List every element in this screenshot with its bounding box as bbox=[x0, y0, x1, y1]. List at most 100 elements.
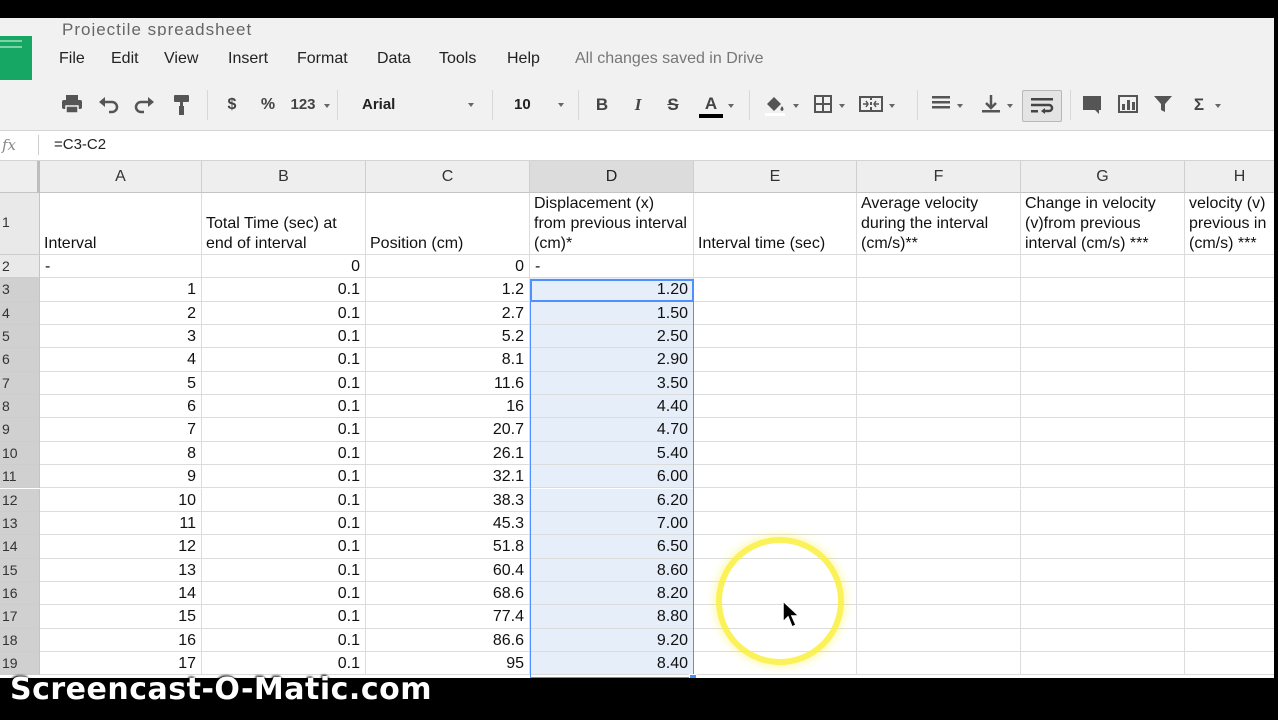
cell-g3[interactable] bbox=[1021, 278, 1185, 302]
cell-f15[interactable] bbox=[857, 558, 1021, 582]
cell-f6[interactable] bbox=[857, 348, 1021, 372]
cell-h2[interactable] bbox=[1185, 255, 1278, 279]
cell-h18[interactable] bbox=[1185, 629, 1278, 652]
column-header-e[interactable]: E bbox=[694, 161, 857, 193]
cell-a11[interactable]: 9 bbox=[40, 465, 202, 489]
row-header-5[interactable]: 5 bbox=[0, 325, 40, 349]
cell-e5[interactable] bbox=[694, 325, 857, 349]
header-cell-c1[interactable]: Position (cm) bbox=[366, 193, 530, 255]
cell-b15[interactable]: 0.1 bbox=[202, 558, 366, 582]
cell-a7[interactable]: 5 bbox=[40, 371, 202, 396]
cell-c6[interactable]: 8.1 bbox=[366, 348, 530, 372]
cell-g17[interactable] bbox=[1021, 605, 1185, 629]
merge-cells-icon[interactable] bbox=[858, 94, 895, 116]
cell-b7[interactable]: 0.1 bbox=[202, 371, 366, 396]
cell-f11[interactable] bbox=[857, 465, 1021, 489]
cell-g2[interactable] bbox=[1021, 255, 1185, 279]
cell-h14[interactable] bbox=[1185, 535, 1278, 559]
cell-d18[interactable]: 9.20 bbox=[530, 628, 694, 652]
cell-h4[interactable] bbox=[1185, 302, 1278, 326]
cell-d10[interactable]: 5.40 bbox=[530, 441, 694, 466]
column-header-f[interactable]: F bbox=[857, 161, 1021, 193]
menu-data[interactable]: Data bbox=[377, 50, 411, 68]
cell-a3[interactable]: 1 bbox=[40, 278, 202, 302]
cell-h3[interactable] bbox=[1185, 278, 1278, 302]
cell-h13[interactable] bbox=[1185, 512, 1278, 536]
sheets-logo[interactable] bbox=[0, 36, 32, 80]
cell-c15[interactable]: 60.4 bbox=[366, 558, 530, 582]
cell-g18[interactable] bbox=[1021, 628, 1185, 652]
cell-f18[interactable] bbox=[857, 628, 1021, 652]
cell-b8[interactable]: 0.1 bbox=[202, 395, 366, 419]
cell-c7[interactable]: 11.6 bbox=[366, 371, 530, 396]
cell-a9[interactable]: 7 bbox=[40, 418, 202, 442]
menu-file[interactable]: File bbox=[59, 50, 85, 68]
cell-d13[interactable]: 7.00 bbox=[530, 511, 694, 536]
vertical-align-icon[interactable] bbox=[980, 94, 1013, 116]
header-cell-b1[interactable]: Total Time (sec) at end of interval bbox=[202, 193, 366, 255]
cell-h5[interactable] bbox=[1185, 325, 1278, 349]
cell-a2[interactable]: - bbox=[40, 255, 202, 279]
row-header-9[interactable]: 9 bbox=[0, 418, 40, 442]
column-header-h[interactable]: H bbox=[1185, 161, 1278, 193]
cell-c10[interactable]: 26.1 bbox=[366, 441, 530, 466]
cell-g4[interactable] bbox=[1021, 301, 1185, 326]
row-header-10[interactable]: 10 bbox=[0, 441, 40, 466]
print-icon[interactable] bbox=[60, 94, 84, 116]
cell-a13[interactable]: 11 bbox=[40, 511, 202, 536]
cell-c12[interactable]: 38.3 bbox=[366, 488, 530, 512]
cell-g15[interactable] bbox=[1021, 558, 1185, 582]
cell-c2[interactable]: 0 bbox=[366, 255, 530, 279]
cell-h17[interactable] bbox=[1185, 605, 1278, 629]
cell-h19[interactable] bbox=[1185, 652, 1278, 676]
cell-f4[interactable] bbox=[857, 301, 1021, 326]
cell-g13[interactable] bbox=[1021, 511, 1185, 536]
cell-b17[interactable]: 0.1 bbox=[202, 605, 366, 629]
cell-c13[interactable]: 45.3 bbox=[366, 511, 530, 536]
cell-f12[interactable] bbox=[857, 488, 1021, 512]
column-header-d[interactable]: D bbox=[530, 161, 694, 193]
cell-e3[interactable] bbox=[694, 278, 857, 302]
cell-d3[interactable]: 1.20 bbox=[530, 278, 694, 302]
cell-h16[interactable] bbox=[1185, 582, 1278, 606]
cell-a6[interactable]: 4 bbox=[40, 348, 202, 372]
cell-f7[interactable] bbox=[857, 371, 1021, 396]
filter-icon[interactable] bbox=[1152, 94, 1174, 116]
cell-f10[interactable] bbox=[857, 441, 1021, 466]
select-all-corner[interactable] bbox=[0, 161, 40, 193]
cell-c8[interactable]: 16 bbox=[366, 395, 530, 419]
column-header-c[interactable]: C bbox=[366, 161, 530, 193]
formula-input[interactable]: =C3-C2 bbox=[54, 136, 106, 153]
column-header-a[interactable]: A bbox=[40, 161, 202, 193]
cell-g8[interactable] bbox=[1021, 395, 1185, 419]
cell-e10[interactable] bbox=[694, 441, 857, 466]
cell-c9[interactable]: 20.7 bbox=[366, 418, 530, 442]
cell-b10[interactable]: 0.1 bbox=[202, 441, 366, 466]
menu-view[interactable]: View bbox=[164, 50, 198, 68]
header-cell-f1[interactable]: Average velocity during the interval (cm… bbox=[857, 193, 1021, 255]
cell-a12[interactable]: 10 bbox=[40, 488, 202, 512]
cell-a8[interactable]: 6 bbox=[40, 395, 202, 419]
cell-a10[interactable]: 8 bbox=[40, 441, 202, 466]
redo-icon[interactable] bbox=[133, 94, 157, 116]
comment-icon[interactable] bbox=[1080, 94, 1104, 116]
wrap-text-button[interactable] bbox=[1022, 90, 1062, 122]
cell-d6[interactable]: 2.90 bbox=[530, 348, 694, 372]
menu-tools[interactable]: Tools bbox=[439, 50, 476, 68]
cell-d4[interactable]: 1.50 bbox=[530, 301, 694, 326]
cell-e11[interactable] bbox=[694, 465, 857, 489]
cell-f16[interactable] bbox=[857, 581, 1021, 606]
cell-f17[interactable] bbox=[857, 605, 1021, 629]
cell-e6[interactable] bbox=[694, 348, 857, 372]
row-header-1[interactable]: 1 bbox=[0, 193, 40, 255]
cell-a5[interactable]: 3 bbox=[40, 325, 202, 349]
cell-e7[interactable] bbox=[694, 371, 857, 396]
strikethrough-button[interactable]: S bbox=[663, 94, 683, 116]
row-header-11[interactable]: 11 bbox=[0, 465, 40, 489]
cell-b3[interactable]: 0.1 bbox=[202, 278, 366, 302]
cell-g16[interactable] bbox=[1021, 581, 1185, 606]
row-header-16[interactable]: 16 bbox=[0, 581, 40, 606]
row-header-3[interactable]: 3 bbox=[0, 278, 40, 302]
row-header-7[interactable]: 7 bbox=[0, 371, 40, 396]
cell-c17[interactable]: 77.4 bbox=[366, 605, 530, 629]
